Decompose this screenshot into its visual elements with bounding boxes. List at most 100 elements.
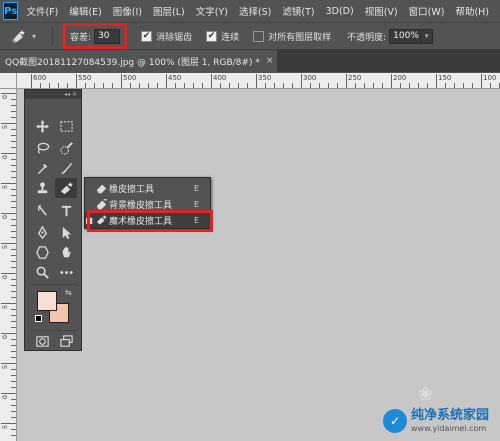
tools-panel-header[interactable]: ◂◂ ✕ [25, 90, 81, 99]
ruler-label: 100 [483, 74, 497, 82]
quick-mask-button[interactable] [31, 333, 53, 349]
ruler-tick [94, 83, 95, 88]
ruler-tick [11, 129, 16, 130]
ruler-label: 5 [1, 305, 9, 310]
contiguous-option[interactable]: ✔ 连续 [206, 30, 239, 43]
type-tool[interactable] [55, 200, 77, 220]
ruler-tick [11, 321, 16, 322]
clone-stamp-tool[interactable] [31, 178, 53, 198]
ruler-tick [445, 83, 446, 88]
ruler-tick [112, 83, 113, 88]
ruler-tick [121, 74, 122, 88]
menu-window[interactable]: 窗口(W) [409, 4, 445, 18]
site-watermark: ✓ 纯净系统家园 www.yidaimei.com [383, 402, 499, 440]
antialias-option[interactable]: ✔ 消除锯齿 [141, 30, 192, 43]
close-icon[interactable]: × [266, 56, 274, 66]
ellipsis-icon [59, 270, 73, 274]
menu-filter[interactable]: 滤镜(T) [282, 4, 314, 18]
flyout-item-label: 橡皮擦工具 [109, 184, 155, 195]
polygon-icon [35, 245, 49, 259]
document-tab[interactable]: QQ截图20181127084539.jpg @ 100% (图层 1, RGB… [0, 50, 277, 72]
tolerance-input[interactable] [94, 28, 121, 44]
ruler-tick [1, 393, 16, 394]
ruler-tick [166, 74, 167, 88]
ruler-tick [11, 351, 16, 352]
ruler-tick [11, 177, 16, 178]
quick-selection-icon [59, 141, 73, 155]
ruler-tick [409, 83, 410, 88]
ruler-label: 200 [393, 74, 407, 82]
blur-tool[interactable] [31, 200, 53, 220]
menu-view[interactable]: 视图(V) [365, 4, 398, 18]
ruler-tick [355, 83, 356, 88]
ruler-tick [11, 411, 16, 412]
ruler-label: 5 [1, 125, 9, 130]
ruler-tick [11, 375, 16, 376]
move-tool[interactable] [31, 116, 53, 136]
path-selection-tool[interactable] [55, 222, 77, 242]
ruler-label: 0 [1, 395, 9, 400]
antialias-label: 消除锯齿 [156, 32, 193, 43]
ruler-tick [364, 83, 365, 88]
sample-all-layers-option[interactable]: 对所有图层取样 [253, 30, 331, 43]
ruler-tick [202, 83, 203, 88]
screen-mode-button[interactable] [55, 333, 77, 349]
ruler-tick [238, 83, 239, 88]
menu-image[interactable]: 图像(I) [113, 4, 142, 18]
opacity-input[interactable] [389, 28, 422, 44]
type-icon [61, 205, 71, 216]
ruler-tick [11, 189, 16, 190]
sample-all-layers-checkbox[interactable] [253, 30, 265, 42]
brush-tool[interactable] [55, 158, 77, 178]
flyout-item-eraser[interactable]: 橡皮擦工具 E [85, 180, 210, 196]
horizontal-ruler[interactable]: 600 550 500 450 400 350 300 250 200 150 100 [17, 73, 500, 89]
chevron-down-icon[interactable]: ▾ [421, 28, 434, 44]
menu-file[interactable]: 文件(F) [26, 4, 58, 18]
ruler-tick [11, 429, 16, 430]
menu-layer[interactable]: 图层(L) [153, 4, 185, 18]
menu-bar: Ps 文件(F) 编辑(E) 图像(I) 图层(L) 文字(Y) 选择(S) 滤… [0, 0, 500, 22]
ruler-tick [1, 183, 16, 184]
ruler-tick [310, 83, 311, 88]
default-colors-icon[interactable] [35, 315, 42, 322]
menu-edit[interactable]: 编辑(E) [69, 4, 101, 18]
shape-tool[interactable] [31, 242, 53, 262]
ruler-tick [382, 83, 383, 88]
ruler-tick [11, 279, 16, 280]
contiguous-label: 连续 [221, 32, 240, 43]
pen-icon [37, 225, 47, 239]
menu-type[interactable]: 文字(Y) [196, 4, 228, 18]
ruler-tick [427, 83, 428, 88]
zoom-tool[interactable] [31, 262, 53, 282]
ruler-tick [11, 195, 16, 196]
lasso-tool[interactable] [31, 138, 53, 158]
ruler-tick [1, 213, 16, 214]
pen-tool[interactable] [31, 222, 53, 242]
menu-select[interactable]: 选择(S) [239, 4, 271, 18]
swap-colors-icon[interactable]: ⇆ [65, 288, 72, 297]
ruler-tick [49, 83, 50, 88]
menu-3d[interactable]: 3D(D) [326, 6, 354, 17]
menu-help[interactable]: 帮助(H) [455, 4, 489, 18]
more-tools-button[interactable] [55, 262, 77, 282]
ruler-tick [256, 74, 257, 88]
ruler-tick [67, 83, 68, 88]
eyedropper-tool[interactable] [31, 158, 53, 178]
ruler-label: 400 [213, 74, 227, 82]
ruler-tick [454, 83, 455, 88]
ruler-tick [11, 381, 16, 382]
quick-selection-tool[interactable] [55, 138, 77, 158]
ruler-tick [11, 171, 16, 172]
ruler-tick [76, 74, 77, 88]
hand-tool[interactable] [55, 242, 77, 262]
chevron-down-icon[interactable]: ▾ [32, 32, 36, 41]
tool-preset-picker[interactable] [6, 25, 32, 47]
ruler-tick [11, 147, 16, 148]
marquee-tool[interactable] [55, 116, 77, 136]
ruler-tick [274, 83, 275, 88]
eraser-tool[interactable] [55, 178, 77, 198]
antialias-checkbox[interactable]: ✔ [141, 30, 153, 42]
foreground-color-swatch[interactable] [37, 291, 57, 311]
vertical-ruler[interactable]: 0 5 0 5 0 5 0 5 0 5 0 5 [0, 89, 17, 441]
contiguous-checkbox[interactable]: ✔ [206, 30, 218, 42]
